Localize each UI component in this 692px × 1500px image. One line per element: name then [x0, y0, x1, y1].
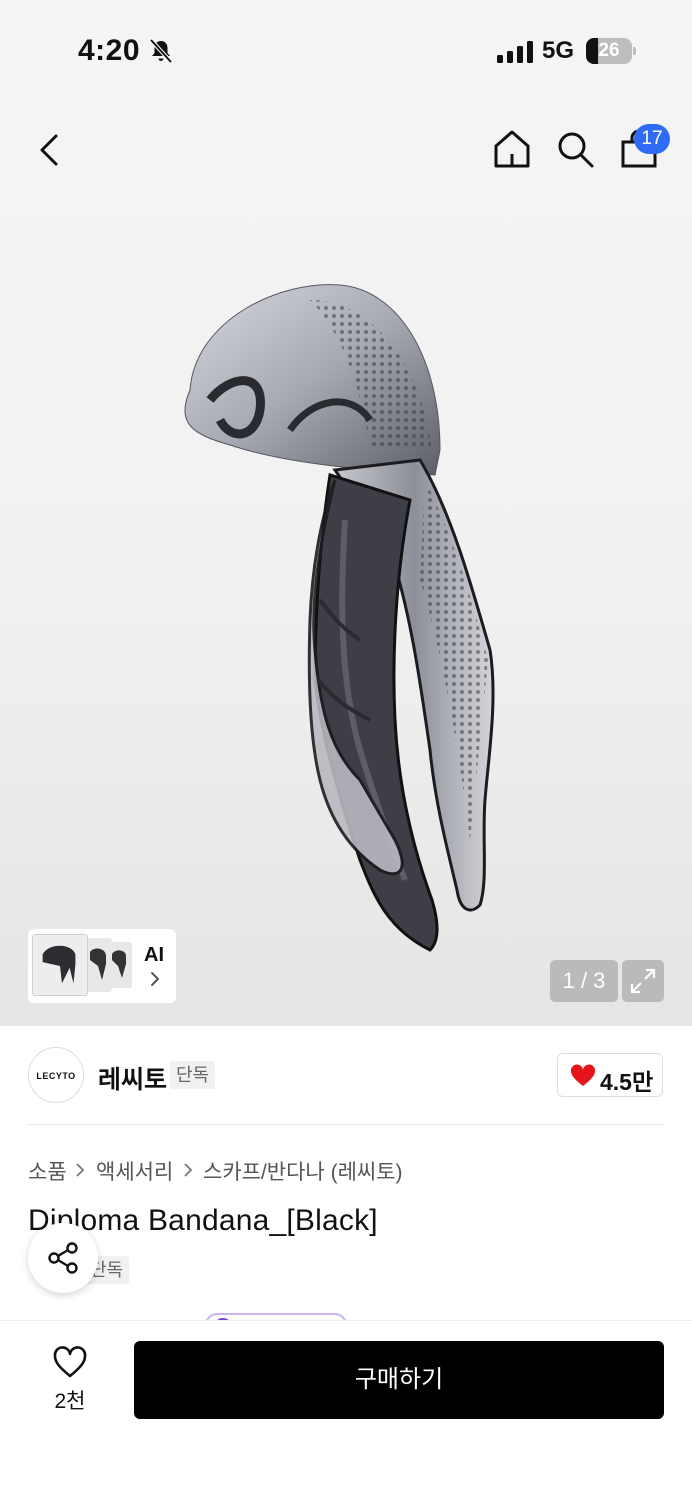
image-counter: 1 / 3 — [550, 960, 618, 1002]
battery-level: 26 — [598, 40, 620, 61]
cart-count-badge: 17 — [634, 124, 670, 154]
share-icon — [48, 1242, 78, 1274]
signal-icon — [497, 41, 533, 63]
chevron-right-icon — [184, 1163, 193, 1177]
brand-name[interactable]: 레씨토 — [98, 1060, 167, 1096]
thumbnail-1[interactable] — [32, 934, 88, 996]
expand-icon — [630, 968, 656, 994]
ai-label[interactable]: AI — [144, 944, 164, 967]
status-time: 4:20 — [78, 34, 141, 67]
breadcrumb-item-2[interactable]: 액세서리 — [96, 1156, 173, 1186]
heart-filled-icon — [570, 1064, 596, 1086]
brand-logo[interactable]: LECYTO — [28, 1047, 84, 1103]
heart-outline-icon[interactable] — [52, 1346, 88, 1380]
back-icon[interactable] — [32, 130, 68, 170]
chevron-right-icon[interactable] — [148, 968, 162, 990]
battery-nub — [633, 47, 636, 55]
search-icon[interactable] — [555, 129, 595, 169]
battery-indicator: 26 — [586, 38, 632, 64]
breadcrumb-item-3[interactable]: 스카프/반다나 (레씨토) — [203, 1156, 403, 1186]
thumbnail-2[interactable] — [84, 938, 112, 992]
chevron-right-icon — [76, 1163, 85, 1177]
buy-button[interactable]: 구매하기 — [134, 1341, 664, 1419]
network-type: 5G — [542, 37, 575, 64]
expand-button[interactable] — [622, 960, 664, 1002]
brand-like-count: 4.5만 — [600, 1069, 654, 1095]
product-image — [184, 284, 495, 952]
exclusive-tag: 단독 — [170, 1061, 216, 1089]
home-icon[interactable] — [492, 128, 532, 170]
wish-count: 2천 — [54, 1390, 86, 1413]
divider — [28, 1124, 664, 1125]
share-button[interactable] — [28, 1223, 98, 1293]
bell-slash-icon — [149, 38, 173, 64]
breadcrumb-item-1[interactable]: 소품 — [28, 1156, 67, 1186]
brand-like-button[interactable]: 4.5만 — [557, 1053, 663, 1097]
